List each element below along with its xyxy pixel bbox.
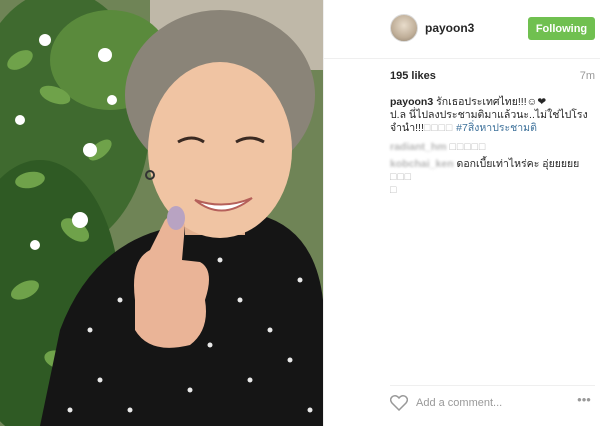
caption-line-2: ป.ล นี่ไปลงประชามติมาแล้วนะ..ไม่ใช่ไปโรง xyxy=(390,109,588,121)
caption-line-3: จำนำ!!! xyxy=(390,122,424,134)
caption-line-1: รักเธอประเทศไทย!!!☺❤ xyxy=(436,96,547,108)
comment-footer: ••• xyxy=(389,385,595,418)
post-header: payoon3 Following xyxy=(324,0,600,59)
username[interactable]: payoon3 xyxy=(425,21,474,35)
timestamp[interactable]: 7m xyxy=(580,70,595,82)
likes-count[interactable]: 195 likes xyxy=(390,70,436,82)
comment-glyph-boxes: □□□ xyxy=(390,171,413,183)
comment-item: kobchai_ken ดอกเบี้ยเท่าไหร่คะ อุ่ยยยยย … xyxy=(390,158,595,197)
photo-illustration xyxy=(0,0,323,426)
heart-outline-icon[interactable] xyxy=(389,395,409,412)
comment-glyph-boxes-2: □ xyxy=(390,184,398,196)
comment-text: □□□□□ xyxy=(449,141,487,153)
comment-author[interactable]: kobchai_ken xyxy=(390,158,454,171)
add-comment-input[interactable] xyxy=(416,394,556,412)
comment-text: ดอกเบี้ยเท่าไหร่คะ อุ่ยยยยย xyxy=(456,158,580,170)
post-photo[interactable] xyxy=(0,0,323,426)
comment-item: radiant_hm □□□□□ xyxy=(390,141,595,154)
ellipsis-icon[interactable]: ••• xyxy=(573,393,595,409)
caption: payoon3 รักเธอประเทศไทย!!!☺❤ ป.ล นี่ไปลง… xyxy=(390,96,595,135)
likes-row: 195 likes 7m xyxy=(390,66,595,86)
caption-glyph-boxes: □□□□ xyxy=(423,122,454,134)
following-button[interactable]: Following xyxy=(528,17,595,40)
hashtag-link[interactable]: #7สิ่งหาประชามติ xyxy=(456,122,537,134)
avatar[interactable] xyxy=(390,14,418,42)
comment-author[interactable]: radiant_hm xyxy=(390,141,447,154)
caption-author[interactable]: payoon3 xyxy=(390,96,433,108)
post-details-panel: payoon3 Following 195 likes 7m payoon3 ร… xyxy=(323,0,600,426)
